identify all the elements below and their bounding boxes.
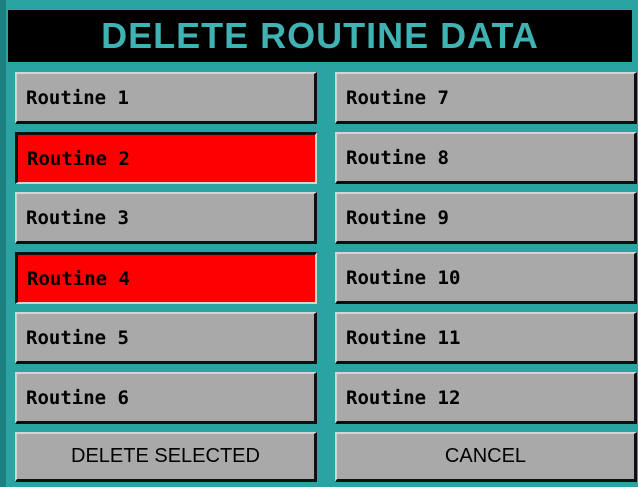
routine-label: Routine 7 [346, 86, 449, 109]
routine-button-6[interactable]: Routine 6 [15, 372, 317, 424]
routine-label: Routine 8 [346, 146, 449, 169]
routine-label: Routine 4 [27, 267, 130, 290]
delete-routine-dialog: DELETE ROUTINE DATA Routine 1 Routine 2 … [0, 0, 638, 487]
delete-selected-label: DELETE SELECTED [71, 445, 260, 467]
routine-button-10[interactable]: Routine 10 [335, 252, 637, 304]
routine-button-4[interactable]: Routine 4 [15, 252, 317, 304]
routine-button-9[interactable]: Routine 9 [335, 192, 637, 244]
routine-label: Routine 10 [346, 266, 461, 289]
routine-button-3[interactable]: Routine 3 [15, 192, 317, 244]
routine-label: Routine 3 [26, 206, 129, 229]
routine-label: Routine 11 [346, 326, 461, 349]
routine-label: Routine 6 [26, 386, 129, 409]
routine-label: Routine 1 [26, 86, 129, 109]
routine-button-2[interactable]: Routine 2 [15, 132, 317, 184]
routine-label: Routine 12 [346, 386, 461, 409]
routine-grid: Routine 1 Routine 2 Routine 3 Routine 4 … [15, 72, 637, 482]
routine-label: Routine 5 [26, 326, 129, 349]
routine-button-8[interactable]: Routine 8 [335, 132, 637, 184]
window-edge [0, 0, 6, 487]
title-bar: DELETE ROUTINE DATA [8, 10, 632, 62]
cancel-label: CANCEL [444, 445, 527, 467]
routine-label: Routine 2 [27, 147, 130, 170]
routine-button-7[interactable]: Routine 7 [335, 72, 637, 124]
routine-button-12[interactable]: Routine 12 [335, 372, 637, 424]
cancel-button[interactable]: CANCEL [335, 432, 637, 482]
routine-button-11[interactable]: Routine 11 [335, 312, 637, 364]
routine-button-5[interactable]: Routine 5 [15, 312, 317, 364]
routine-label: Routine 9 [346, 206, 449, 229]
delete-selected-button[interactable]: DELETE SELECTED [15, 432, 317, 482]
routine-button-1[interactable]: Routine 1 [15, 72, 317, 124]
page-title: DELETE ROUTINE DATA [101, 15, 539, 56]
